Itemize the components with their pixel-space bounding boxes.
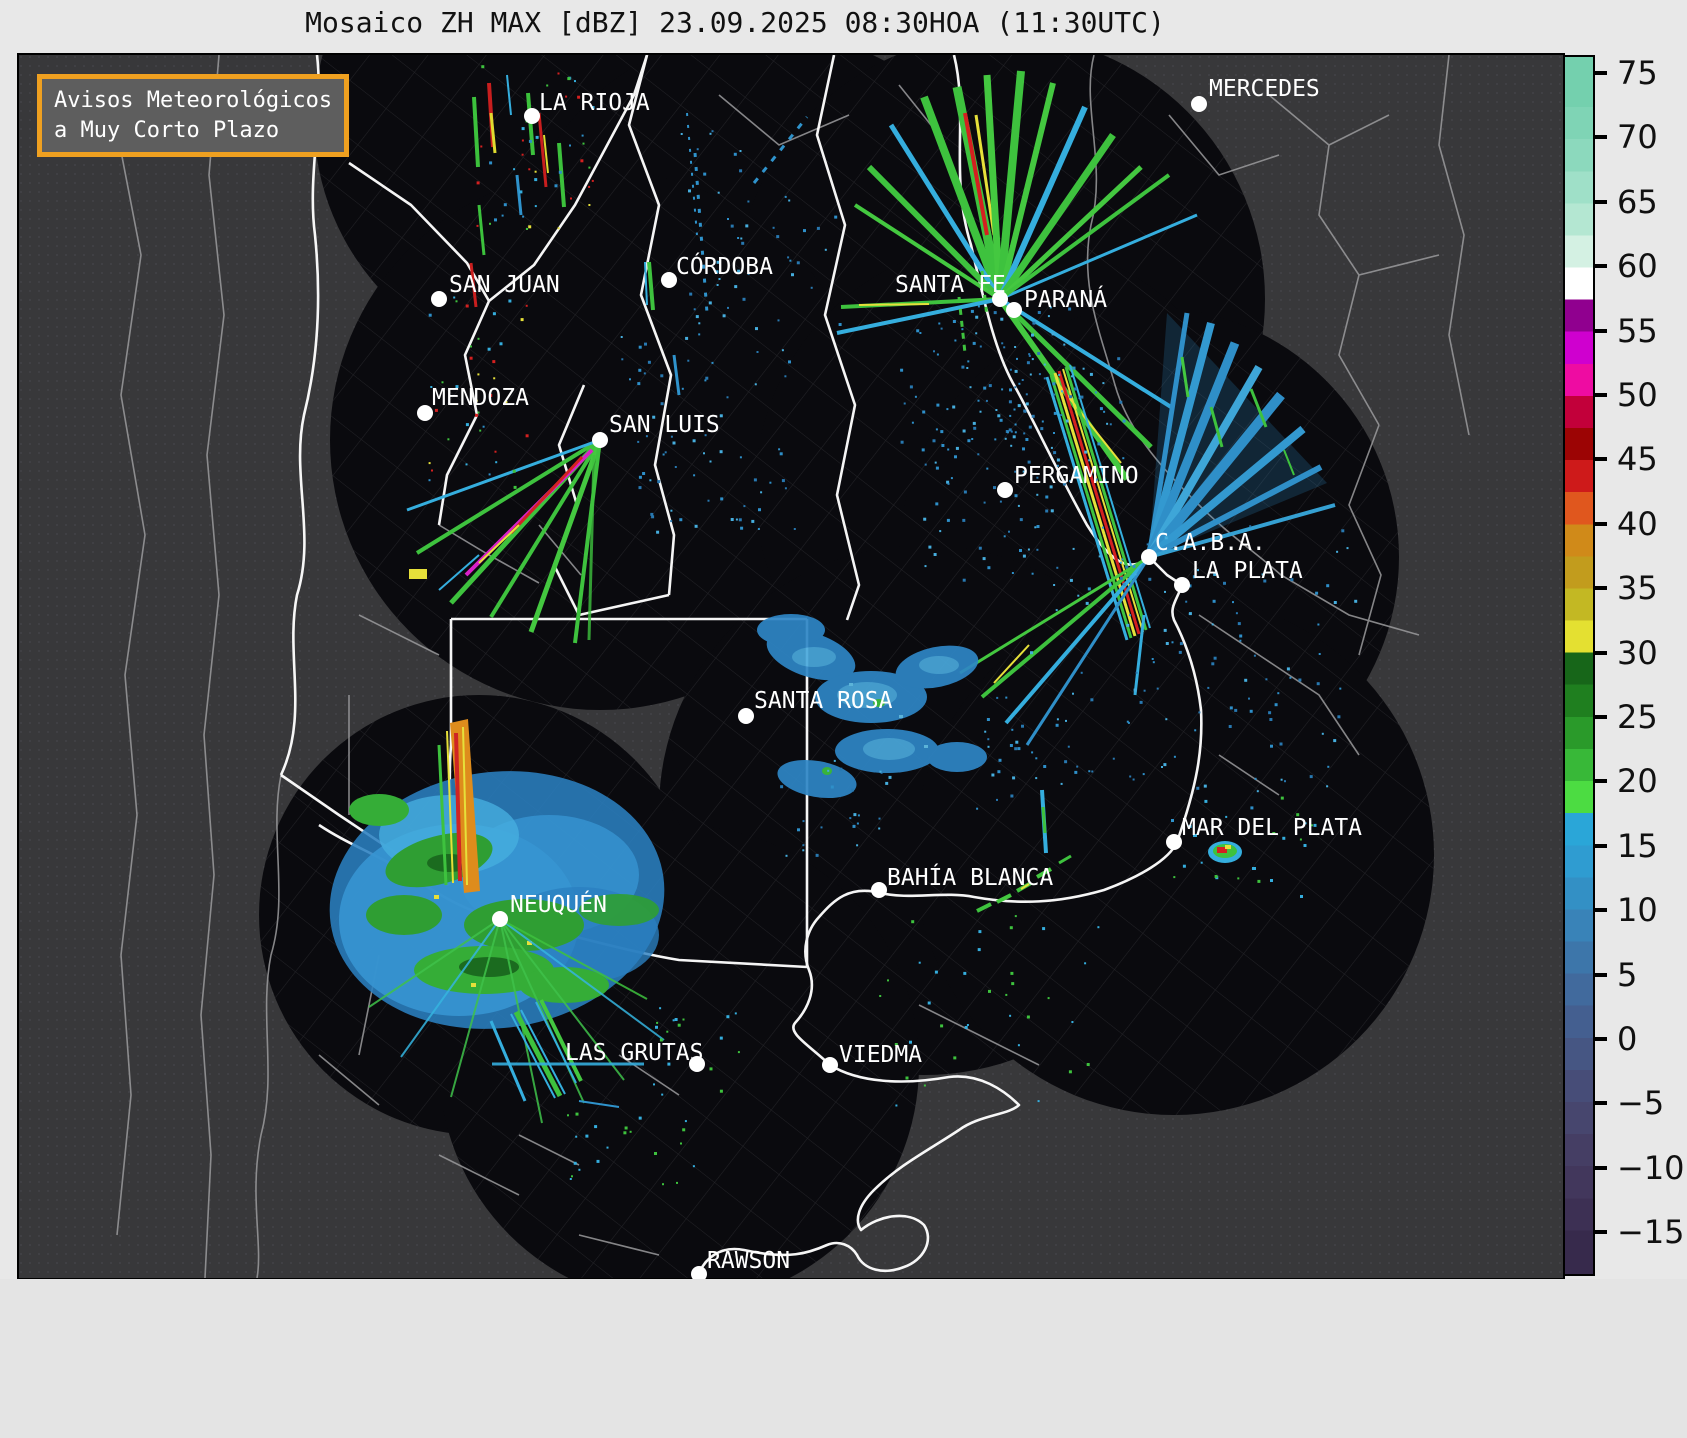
warning-badge[interactable]: Avisos Meteorológicos a Muy Corto Plazo <box>37 74 350 158</box>
colorbar-tick <box>1595 1101 1607 1106</box>
city-dot <box>871 882 887 898</box>
city-layer: LA RIOJA MERCEDES SAN JUAN CÓRDOBA SANTA FE P… <box>19 55 1563 1282</box>
city-label: RAWSON <box>707 1248 791 1274</box>
city-label: PARANÁ <box>1024 287 1108 313</box>
colorbar-tick <box>1595 71 1607 76</box>
colorbar-tick-label: −5 <box>1617 1084 1665 1123</box>
colorbar-tick <box>1595 908 1607 913</box>
city-label: LA PLATA <box>1192 558 1303 584</box>
colorbar-tick-label: 60 <box>1617 247 1658 286</box>
city-dot <box>661 272 677 288</box>
reflectivity-colorbar: 75 70 65 60 55 50 45 40 35 30 25 20 15 10 5 0 −5 −10 −15 <box>1563 54 1685 1276</box>
colorbar-tick <box>1595 843 1607 848</box>
city-label: VIEDMA <box>839 1042 923 1068</box>
colorbar-tick-label: 70 <box>1617 118 1658 157</box>
city-dot <box>997 482 1013 498</box>
city-label: BAHÍA BLANCA <box>887 865 1054 891</box>
colorbar-tick-label: 35 <box>1617 569 1658 608</box>
colorbar-tick-label: 20 <box>1617 762 1658 801</box>
city-label: SAN LUIS <box>609 412 720 438</box>
radar-map: LA RIOJA MERCEDES SAN JUAN CÓRDOBA SANTA FE P… <box>17 53 1565 1282</box>
colorbar-tick-label: 15 <box>1617 826 1658 865</box>
colorbar-tick <box>1595 393 1607 398</box>
city-dot <box>738 708 754 724</box>
city-label: MENDOZA <box>432 385 529 411</box>
colorbar-tick-label: 55 <box>1617 311 1658 350</box>
colorbar-tick <box>1595 779 1607 784</box>
colorbar-tick-label: 50 <box>1617 376 1658 415</box>
city-dot <box>1174 577 1190 593</box>
city-dot <box>592 432 608 448</box>
colorbar-tick-label: −10 <box>1617 1148 1685 1187</box>
colorbar-tick <box>1595 1230 1607 1235</box>
colorbar-gradient <box>1563 55 1595 1276</box>
city-dot <box>822 1057 838 1073</box>
colorbar-tick <box>1595 650 1607 655</box>
colorbar-tick <box>1595 135 1607 140</box>
warning-badge-line1: Avisos Meteorológicos <box>54 88 333 113</box>
city-label: LA RIOJA <box>539 90 650 116</box>
colorbar-tick <box>1595 521 1607 526</box>
colorbar-tick-label: 0 <box>1617 1020 1638 1058</box>
city-label: LAS GRUTAS <box>565 1040 704 1066</box>
colorbar-tick-label: 40 <box>1617 504 1658 543</box>
colorbar-tick-label: −15 <box>1617 1213 1685 1252</box>
footer-logos: Servicio Meteorológico Nacional Argentin… <box>0 1279 1687 1438</box>
city-dot <box>1006 302 1022 318</box>
colorbar-tick <box>1595 586 1607 591</box>
colorbar-ticks: 75 70 65 60 55 50 45 40 35 30 25 20 15 10 5 0 −5 −10 −15 <box>1595 54 1687 1276</box>
colorbar-tick-label: 65 <box>1617 182 1658 221</box>
city-label: SAN JUAN <box>449 272 560 298</box>
colorbar-tick <box>1595 1037 1607 1041</box>
city-label: MAR DEL PLATA <box>1182 815 1363 841</box>
radar-product-page: Mosaico ZH MAX [dBZ] 23.09.2025 08:30HOA… <box>0 0 1687 1438</box>
colorbar-tick-label: 5 <box>1617 955 1638 994</box>
colorbar-tick <box>1595 199 1607 204</box>
city-dot <box>1166 834 1182 850</box>
city-label: C.A.B.A. <box>1155 530 1266 556</box>
colorbar-tick <box>1595 328 1607 333</box>
city-dot <box>524 108 540 124</box>
city-dot <box>431 291 447 307</box>
colorbar-tick <box>1595 715 1607 720</box>
city-dot <box>492 911 508 927</box>
colorbar-tick <box>1595 1165 1607 1170</box>
page-title: Mosaico ZH MAX [dBZ] 23.09.2025 08:30HOA… <box>305 6 1165 39</box>
colorbar-tick-label: 25 <box>1617 698 1658 737</box>
city-dot <box>417 405 433 421</box>
colorbar-tick <box>1595 972 1607 977</box>
colorbar-tick-label: 45 <box>1617 440 1658 479</box>
colorbar-tick <box>1595 264 1607 269</box>
colorbar-tick-label: 75 <box>1617 54 1658 93</box>
city-label: MERCEDES <box>1209 76 1320 102</box>
city-dot <box>1191 96 1207 112</box>
city-label: SANTA ROSA <box>754 688 893 714</box>
colorbar-tick-label: 30 <box>1617 633 1658 672</box>
city-label: PERGAMINO <box>1014 463 1139 489</box>
colorbar-tick-label: 10 <box>1617 891 1658 930</box>
colorbar-tick <box>1595 457 1607 462</box>
city-label: SANTA FE <box>895 272 1006 298</box>
city-label: CÓRDOBA <box>676 254 773 280</box>
city-label: NEUQUÉN <box>510 892 607 918</box>
warning-badge-line2: a Muy Corto Plazo <box>54 117 280 143</box>
